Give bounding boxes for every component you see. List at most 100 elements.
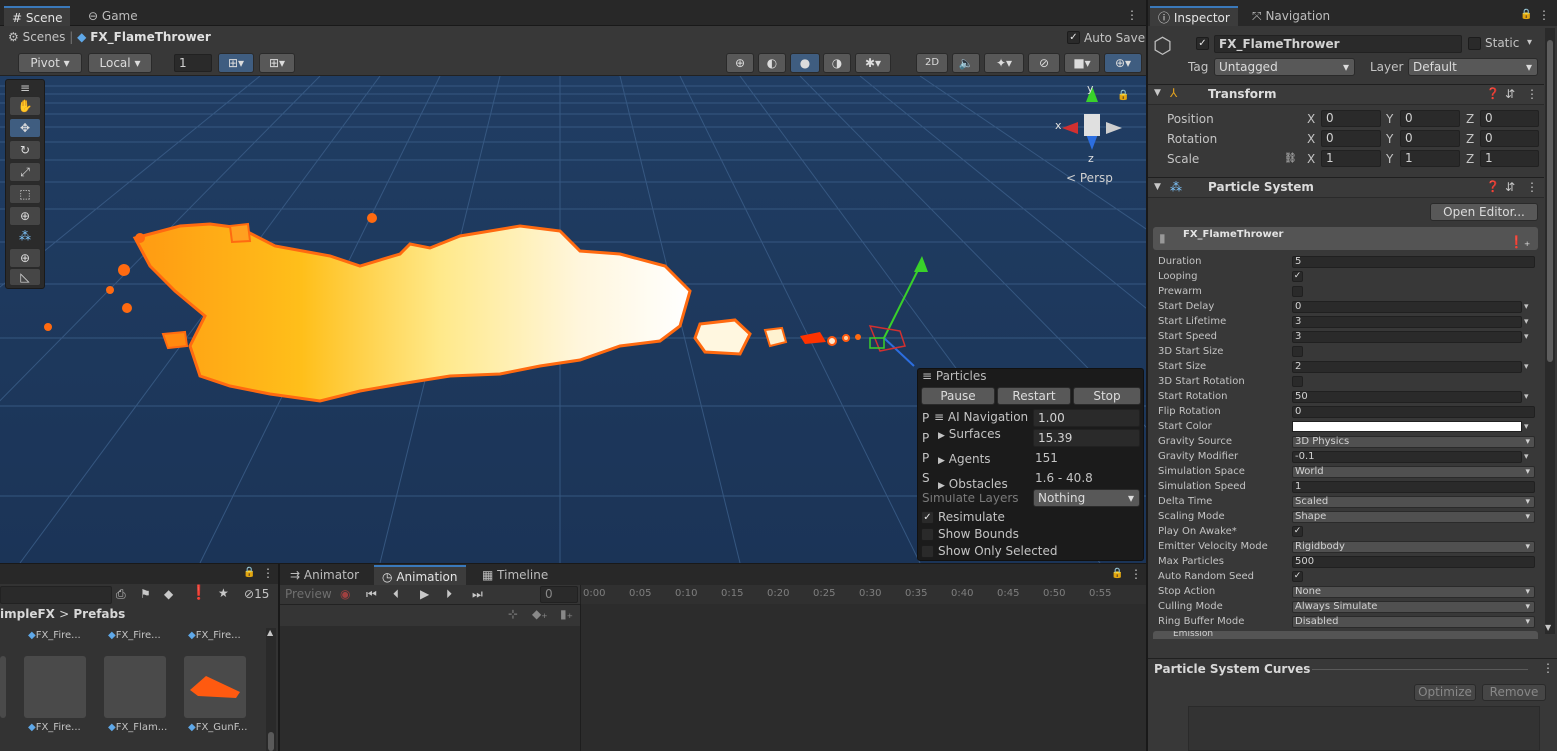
rect-tool-button[interactable]: ⬚	[9, 184, 41, 204]
shaded-button[interactable]: ●	[790, 53, 820, 73]
duration-field[interactable]: 5	[1292, 256, 1535, 268]
grid-size-input[interactable]: 1	[174, 54, 212, 72]
move-tool-button[interactable]: ✥	[9, 118, 41, 138]
asset-thumbnail[interactable]	[0, 656, 6, 718]
lock-icon[interactable]: 🔒	[1117, 91, 1129, 101]
more-menu-icon[interactable]: ⋮	[262, 567, 274, 579]
lock-icon[interactable]: 🔒	[243, 568, 255, 578]
hidden-count[interactable]: ⊘15	[244, 587, 269, 601]
stop-action-dropdown[interactable]: None	[1292, 586, 1535, 598]
stop-button[interactable]: Stop	[1073, 387, 1141, 405]
start-color-swatch[interactable]	[1292, 421, 1522, 432]
asset-label[interactable]: ◆FX_Fire...	[188, 630, 241, 641]
wireframe-shading-button[interactable]: ⊕	[726, 53, 754, 73]
asset-label[interactable]: ◆FX_Fire...	[28, 630, 81, 641]
scale-z-input[interactable]: 1	[1480, 150, 1539, 167]
add-module-icon[interactable]: ❗₊	[1509, 236, 1530, 248]
breadcrumb-object[interactable]: FX_FlameThrower	[90, 30, 211, 44]
curve-mode-dropdown-icon[interactable]: ▾	[1524, 392, 1529, 402]
foldout-arrow-icon[interactable]: ▼	[1154, 183, 1161, 192]
add-keyframe-icon[interactable]: ◆₊	[532, 608, 548, 620]
curves-graph-area[interactable]	[1188, 706, 1540, 751]
asset-thumbnail[interactable]	[24, 656, 86, 718]
static-checkbox[interactable]	[1468, 37, 1481, 50]
breadcrumb-scenes[interactable]: Scenes	[23, 30, 66, 44]
particle-tool-icon[interactable]: ⁂	[9, 230, 41, 242]
3d-start-rotation-checkbox[interactable]	[1292, 376, 1303, 387]
playback-time-field[interactable]: 15.39	[1033, 429, 1140, 447]
warning-icon[interactable]: ❗	[190, 586, 207, 600]
search-by-label-icon[interactable]: ⚑	[140, 588, 151, 600]
ring-buffer-mode-dropdown[interactable]: Disabled	[1292, 616, 1535, 628]
tab-animation[interactable]: ◷ Animation	[374, 565, 466, 585]
pivot-dropdown[interactable]: Pivot ▾	[18, 53, 82, 73]
playback-speed-field[interactable]: 1.00	[1033, 409, 1140, 427]
prewarm-checkbox[interactable]	[1292, 286, 1303, 297]
asset-thumbnail[interactable]	[104, 656, 166, 718]
curve-mode-dropdown-icon[interactable]: ▾	[1524, 362, 1529, 372]
remove-button[interactable]: Remove	[1482, 684, 1546, 701]
tab-navigation[interactable]: ⤧ Navigation	[1244, 6, 1338, 26]
breadcrumb-parent[interactable]: impleFX	[0, 607, 55, 621]
curve-mode-dropdown-icon[interactable]: ▾	[1524, 302, 1529, 312]
more-menu-icon[interactable]: ⋮	[1526, 181, 1538, 193]
hand-tool-button[interactable]: ✋	[9, 96, 41, 116]
more-menu-icon[interactable]: ⋮	[1130, 568, 1142, 580]
3d-start-size-checkbox[interactable]	[1292, 346, 1303, 357]
search-by-type-icon[interactable]: ⎙	[116, 588, 126, 600]
simulation-space-dropdown[interactable]: World	[1292, 466, 1535, 478]
favorite-star-icon[interactable]: ★	[218, 587, 229, 599]
scaling-mode-dropdown[interactable]: Shape	[1292, 511, 1535, 523]
flip-rotation-field[interactable]: 0	[1292, 406, 1535, 418]
scale-x-input[interactable]: 1	[1321, 150, 1381, 167]
curve-mode-dropdown-icon[interactable]: ▾	[1524, 332, 1529, 342]
inspector-scrollbar-thumb[interactable]	[1547, 40, 1553, 362]
camera-settings-button[interactable]: ■▾	[1064, 53, 1100, 73]
tag-dropdown[interactable]: Untagged ▾	[1214, 58, 1355, 76]
scene-visibility-button[interactable]: ⊘	[1028, 53, 1060, 73]
resimulate-checkbox[interactable]: ✓	[921, 511, 934, 524]
add-event-icon[interactable]: ▮₊	[560, 608, 573, 620]
more-menu-icon[interactable]: ⋮	[1542, 662, 1554, 674]
gizmos-button[interactable]: ⊕▾	[1104, 53, 1142, 73]
position-z-input[interactable]: 0	[1480, 110, 1539, 127]
gameobject-name-input[interactable]: FX_FlameThrower	[1214, 35, 1462, 53]
delta-time-dropdown[interactable]: Scaled	[1292, 496, 1535, 508]
rotate-tool-button[interactable]: ↻	[9, 140, 41, 160]
ai-navigation-title[interactable]: ≡ AI Navigation	[934, 410, 1028, 424]
gravity-source-dropdown[interactable]: 3D Physics	[1292, 436, 1535, 448]
asset-label[interactable]: ◆FX_Fire...	[28, 722, 81, 733]
gameobject-active-checkbox[interactable]: ✓	[1196, 37, 1209, 50]
increment-snap-button[interactable]: ⊞▾	[259, 53, 295, 73]
tab-scene[interactable]: # Scene	[4, 6, 71, 26]
more-menu-icon[interactable]: ⋮	[1526, 88, 1538, 100]
position-x-input[interactable]: 0	[1321, 110, 1381, 127]
start-lifetime-field[interactable]: 3	[1292, 316, 1522, 328]
tab-animator[interactable]: ⇉ Animator	[282, 565, 367, 585]
perspective-label[interactable]: < Persp	[1066, 171, 1113, 185]
start-speed-field[interactable]: 3	[1292, 331, 1522, 343]
emitter-velocity-mode-dropdown[interactable]: Rigidbody	[1292, 541, 1535, 553]
tab-game[interactable]: ⊖ Game	[80, 6, 146, 26]
ai-nav-surfaces[interactable]: ▶ Surfaces	[938, 427, 1001, 441]
breadcrumb-prefabs[interactable]: Prefabs	[73, 607, 125, 621]
curve-mode-dropdown-icon[interactable]: ▾	[1524, 452, 1529, 462]
transform-tool-button[interactable]: ⊕	[9, 206, 41, 226]
custom-tool-button[interactable]: ⊕	[9, 248, 41, 268]
looping-checkbox[interactable]: ✓	[1292, 271, 1303, 282]
pause-button[interactable]: Pause	[921, 387, 995, 405]
help-icon[interactable]: ❓	[1486, 181, 1500, 192]
effects-toggle-button[interactable]: ✦▾	[984, 53, 1024, 73]
rotation-x-input[interactable]: 0	[1321, 130, 1381, 147]
optimize-button[interactable]: Optimize	[1414, 684, 1476, 701]
tab-inspector[interactable]: ⓘ Inspector	[1150, 6, 1238, 26]
preview-button[interactable]: Preview	[285, 587, 332, 601]
scroll-up-icon[interactable]: ▲	[267, 629, 273, 637]
more-menu-icon[interactable]: ⋮	[1126, 9, 1138, 21]
simulate-layers-dropdown[interactable]: Nothing ▾	[1033, 489, 1140, 507]
help-icon[interactable]: ❓	[1486, 88, 1500, 99]
local-dropdown[interactable]: Local ▾	[88, 53, 152, 73]
static-dropdown-icon[interactable]: ▾	[1527, 38, 1532, 48]
rotation-z-input[interactable]: 0	[1480, 130, 1539, 147]
project-search-input[interactable]	[0, 586, 112, 604]
